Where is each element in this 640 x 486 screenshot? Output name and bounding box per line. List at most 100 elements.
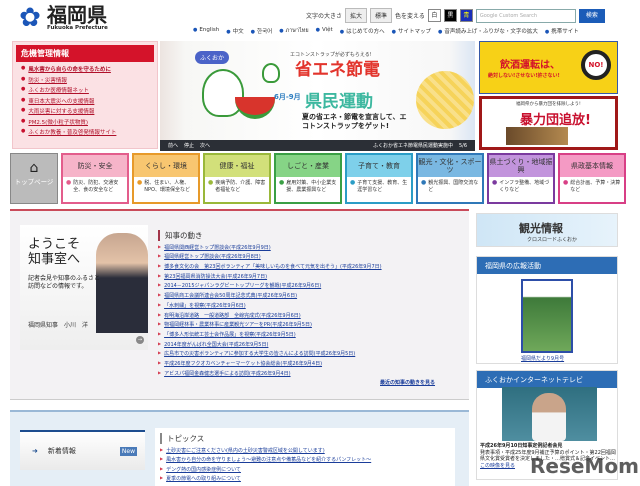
nav-tab[interactable]: 子育て・教育 ● 子育て支援、教育、生涯学習など [345, 153, 413, 204]
site-logo[interactable]: ✿ 福岡県 Fukuoka Prefecture [16, 4, 108, 32]
news-link[interactable]: 福岡県関西経営トップ懇談会(平成26年9月9日) [164, 244, 271, 251]
slide-stop-button[interactable]: 停止 [184, 142, 194, 149]
topic-link[interactable]: 風水害から自分の命を守りましょう～避難の注意点や備蓄品などを紹介するパンフレット… [166, 456, 371, 463]
slide-next-button[interactable]: 次へ [200, 142, 210, 149]
link-english[interactable]: English [193, 27, 219, 35]
arrow-circle-icon: ● [137, 179, 143, 186]
nav-home[interactable]: ⌂ トップページ [10, 153, 58, 204]
news-link[interactable]: アビスパ福岡金森健志選手による訪問(平成26年9月4日) [164, 370, 290, 377]
slide-counter: 5/6 [458, 142, 467, 149]
watermark: ReseMom [530, 454, 639, 478]
magazine-cover[interactable] [521, 279, 573, 353]
crisis-title: 危機管理情報 [16, 45, 154, 62]
news-link[interactable]: 物福岡経林事・農業林事に産業観光ツアーをPR(平成26年9月5日) [164, 321, 312, 328]
link-thai[interactable]: ภาษาไทย [279, 27, 309, 35]
news-item: 「博多人形伝統工芸士会作品展」を視察(平成26年9月5日) [158, 331, 464, 338]
arrow-right-icon[interactable]: → [136, 336, 144, 344]
news-link[interactable]: 福岡県経営トップ懇談会(平成26年9月8日) [164, 253, 261, 260]
news-link[interactable]: 広島市での災害ボランティアに参加する大学生の皆さんによる訪問(平成26年9月5日… [164, 350, 355, 357]
banner-title2: 県民運動 [305, 92, 373, 112]
tv-link[interactable]: この映像を見る [480, 463, 515, 469]
font-large-button[interactable]: 拡大 [345, 8, 368, 23]
topic-link[interactable]: デング熱の国内感染症例について [166, 466, 241, 473]
crisis-link[interactable]: 防災・災害情報 [28, 76, 67, 84]
link-korean[interactable]: 한국어 [251, 27, 272, 35]
crisis-link[interactable]: ふくおか医療情報ネット [28, 86, 89, 94]
ad-photo [506, 127, 568, 145]
magazine-link[interactable]: 福岡県だより9月号 [521, 355, 564, 362]
arrow-circle-icon: ● [421, 179, 427, 186]
nav-tab[interactable]: しごと・産業 ● 雇用対策、中小企業支援、農業振興など [274, 153, 342, 204]
banner-months: 6月-9月 [274, 93, 301, 101]
news-link[interactable]: 「博多人形伝統工芸士会作品展」を視察(平成26年9月5日) [164, 331, 296, 338]
nav-tab[interactable]: 県土づくり・地域振興 ● インフラ整備、地域づくりなど [487, 153, 555, 204]
slide-caption[interactable]: ふくおか省エネ節電県民運動実施中 [373, 142, 453, 149]
news-link[interactable]: 平成26年度フクオカベンチャーマーケット協会総会(平成26年9月4日) [164, 360, 322, 367]
nav-tab[interactable]: 県政基本情報 ● 総合計画、予算・決算など [558, 153, 626, 204]
crisis-link[interactable]: 風水害から自らの命を守るために [28, 65, 111, 73]
banner-title: 省エネ節電 [295, 60, 380, 80]
new-info-button[interactable]: ➜ 新着情報 New [20, 430, 145, 470]
color-blue-button[interactable]: 青 [459, 9, 473, 22]
arrow-circle-icon: ➜ [32, 447, 38, 455]
crisis-link[interactable]: ふくおか教養・普及啓発情報サイト [28, 128, 116, 136]
link-chinese[interactable]: 中文 [226, 27, 244, 35]
topic-link[interactable]: 土砂災害にご注意ください(県内の土砂災害警戒区域を公開しています) [166, 447, 325, 454]
strap-image [416, 71, 474, 129]
color-white-button[interactable]: 白 [427, 9, 441, 22]
arrow-circle-icon: ● [492, 179, 498, 186]
ad-subtitle: 福岡県から暴力団を排除しよう! [516, 102, 581, 107]
nav-tab-title: 県土づくり・地域振興 [489, 155, 553, 177]
news-item: 福岡県関西経営トップ懇談会(平成26年9月9日) [158, 244, 464, 251]
news-item: 2014年度がんばれ全国大会(平成26年9月5日) [158, 341, 464, 348]
nav-tab[interactable]: くらし・環境 ● 税、住まい、人権、NPO、環境保全など [132, 153, 200, 204]
link-sitemap[interactable]: サイトマップ [392, 27, 431, 35]
link-mobile[interactable]: 携帯サイト [545, 27, 579, 35]
banner-copy: 夏の省エネ・節電を宣言して、エコトンストラップをゲット! [302, 113, 407, 130]
mascot-small-image [262, 63, 280, 83]
font-size-label: 文字の大きさ [306, 13, 343, 20]
main-slideshow[interactable]: ふくおか エコトンストラップが必ずもらえる! 省エネ節電 6月-9月 県民運動 … [160, 41, 475, 151]
nav-tab-desc: 防災、防犯、交通安全、食の安全など [73, 180, 119, 193]
news-title: 知事の動き [158, 230, 464, 241]
news-item: 第23回福岡県消防操法大会(平成26年9月7日) [158, 273, 464, 280]
topic-link[interactable]: 夏季の節電への取り組みについて [166, 475, 241, 482]
watermelon-image [235, 97, 275, 119]
tourism-banner[interactable]: 観光情報 クロスロードふくおか [476, 213, 618, 247]
new-badge-icon: New [119, 446, 137, 456]
font-normal-button[interactable]: 標準 [370, 8, 393, 23]
nav-tab[interactable]: 観光・文化・スポーツ ● 観光振興、国際交流など [416, 153, 484, 204]
news-link[interactable]: 第23回福岡県消防操法大会(平成26年9月7日) [164, 273, 267, 280]
news-link[interactable]: 2014－2015ジャパンラグビートップリーグを観戦(平成26年9月6日) [164, 282, 321, 289]
news-link[interactable]: 「水刺繍」を視察(平成26年9月6日) [164, 302, 246, 309]
news-link[interactable]: 福岡県商工会議所連合会50周年記念式典(平成26年9月6日) [164, 292, 297, 299]
color-black-button[interactable]: 黒 [443, 9, 457, 22]
news-link[interactable]: 有明海沿岸道路 一般道路部 全線完成式(平成26年9月6日) [164, 312, 301, 319]
arrow-circle-icon: ● [563, 179, 569, 186]
crisis-link[interactable]: 大雨災害に対する支援情報 [28, 107, 94, 115]
slide-prev-button[interactable]: 前へ [168, 142, 178, 149]
news-link[interactable]: 博多食文化の会 第23回ボランティア「美味しいものを食べて元気を出そう」(平成2… [164, 263, 382, 270]
search-input[interactable]: Google Custom Search [475, 8, 576, 23]
crisis-link[interactable]: 東日本大震災への支援情報 [28, 97, 94, 105]
tv-video-thumbnail[interactable] [502, 387, 597, 441]
nav-tab[interactable]: 防災・安全 ● 防災、防犯、交通安全、食の安全など [61, 153, 129, 204]
news-item: 平成26年度フクオカベンチャーマーケット協会総会(平成26年9月4日) [158, 360, 464, 367]
nav-tab[interactable]: 健康・福祉 ● 疾病予防、介護、障害者福祉など [203, 153, 271, 204]
news-item: 博多食文化の会 第23回ボランティア「美味しいものを食べて元気を出そう」(平成2… [158, 263, 464, 270]
nav-tab-title: しごと・産業 [276, 155, 340, 177]
news-link[interactable]: 2014年度がんばれ全国大会(平成26年9月5日) [164, 341, 268, 348]
drunk-driving-banner[interactable]: 飲酒運転は、 絶対しない!させない!許さない! NO! [479, 41, 618, 94]
nav-tab-desc: 総合計画、予算・決算など [570, 180, 621, 193]
nav-tab-desc: 疾病予防、介護、障害者福祉など [215, 180, 266, 193]
link-vietnamese[interactable]: Việt [316, 27, 333, 35]
governor-banner[interactable]: ようこそ知事室へ 記者会見や知事のふるさと訪問などの情報です。 福岡県知事 小川… [20, 225, 148, 350]
search-button[interactable]: 検索 [578, 8, 605, 23]
more-news-link[interactable]: 最近の知事の動きを見る [380, 379, 435, 386]
nav-tab-desc: 観光振興、国際交流など [428, 180, 479, 193]
crisis-link[interactable]: PM2.5(微小粒子状物質) [28, 118, 88, 126]
link-first-time[interactable]: はじめての方へ [340, 27, 385, 35]
nav-tab-title: 防災・安全 [63, 155, 127, 177]
anti-gang-banner[interactable]: 福岡県から暴力団を排除しよう! 暴力団追放! [479, 96, 618, 150]
link-accessibility[interactable]: 音声読み上げ・ふりがな・文字の拡大 [438, 27, 538, 35]
